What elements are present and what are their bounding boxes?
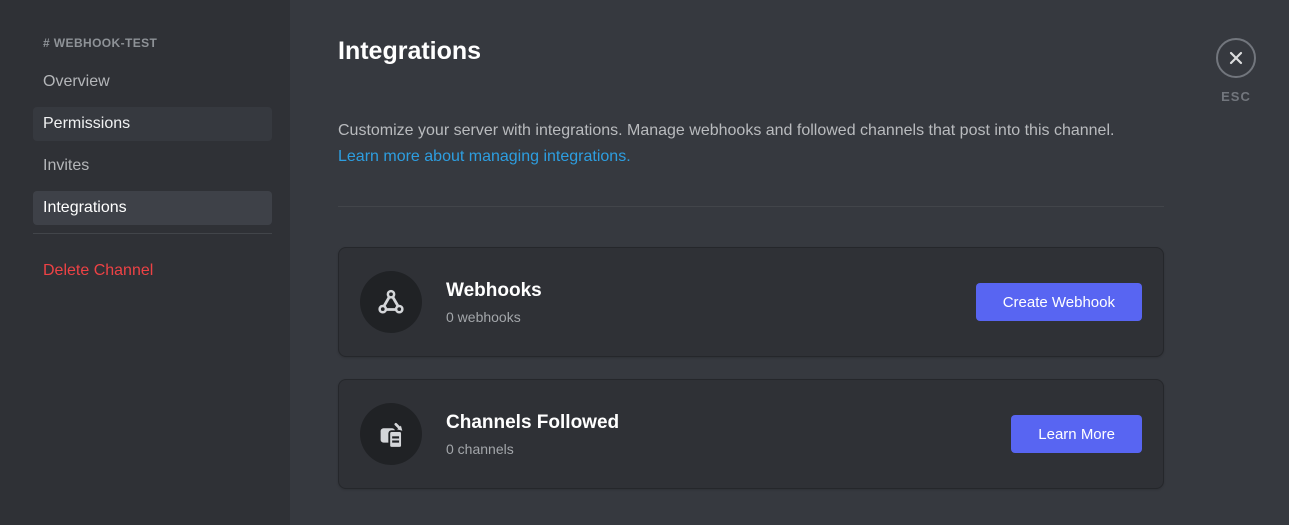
esc-label: ESC bbox=[1221, 89, 1251, 104]
page-description: Customize your server with integrations.… bbox=[338, 122, 1115, 139]
card-text: Channels Followed 0 channels bbox=[446, 412, 1011, 457]
learn-more-link[interactable]: Learn more about managing integrations. bbox=[338, 144, 631, 170]
section-divider bbox=[338, 206, 1164, 207]
card-subtitle: 0 webhooks bbox=[446, 308, 521, 325]
channels-followed-icon bbox=[380, 422, 403, 449]
learn-more-button[interactable]: Learn More bbox=[1011, 415, 1142, 453]
integrations-panel: Integrations Customize your server with … bbox=[290, 0, 1289, 525]
close-button[interactable] bbox=[1216, 38, 1256, 78]
channels-followed-avatar bbox=[360, 403, 422, 465]
channels-followed-card: Channels Followed 0 channels Learn More bbox=[338, 379, 1164, 489]
content-column: Integrations Customize your server with … bbox=[338, 36, 1164, 489]
sidebar-item-integrations[interactable]: Integrations bbox=[33, 191, 272, 225]
card-subtitle: 0 channels bbox=[446, 440, 514, 457]
sidebar-nav: Overview Permissions Invites Integration… bbox=[33, 65, 272, 225]
card-title: Channels Followed bbox=[446, 411, 620, 433]
webhooks-card: Webhooks 0 webhooks Create Webhook bbox=[338, 247, 1164, 357]
sidebar-item-permissions[interactable]: Permissions bbox=[33, 107, 272, 141]
webhook-icon bbox=[378, 289, 404, 314]
delete-channel-button[interactable]: Delete Channel bbox=[33, 254, 272, 288]
card-text: Webhooks 0 webhooks bbox=[446, 280, 976, 325]
sidebar-item-invites[interactable]: Invites bbox=[33, 149, 272, 183]
close-icon bbox=[1229, 51, 1243, 65]
card-title: Webhooks bbox=[446, 279, 542, 301]
settings-sidebar: # WEBHOOK-TEST Overview Permissions Invi… bbox=[0, 0, 290, 525]
sidebar-divider bbox=[33, 233, 272, 234]
sidebar-item-overview[interactable]: Overview bbox=[33, 65, 272, 99]
close-area: ESC bbox=[1208, 38, 1264, 104]
webhook-avatar bbox=[360, 271, 422, 333]
create-webhook-button[interactable]: Create Webhook bbox=[975, 283, 1142, 321]
page-title: Integrations bbox=[338, 37, 482, 65]
page-description-block: Customize your server with integrations.… bbox=[338, 118, 1164, 170]
channel-name-header: # WEBHOOK-TEST bbox=[43, 36, 158, 50]
